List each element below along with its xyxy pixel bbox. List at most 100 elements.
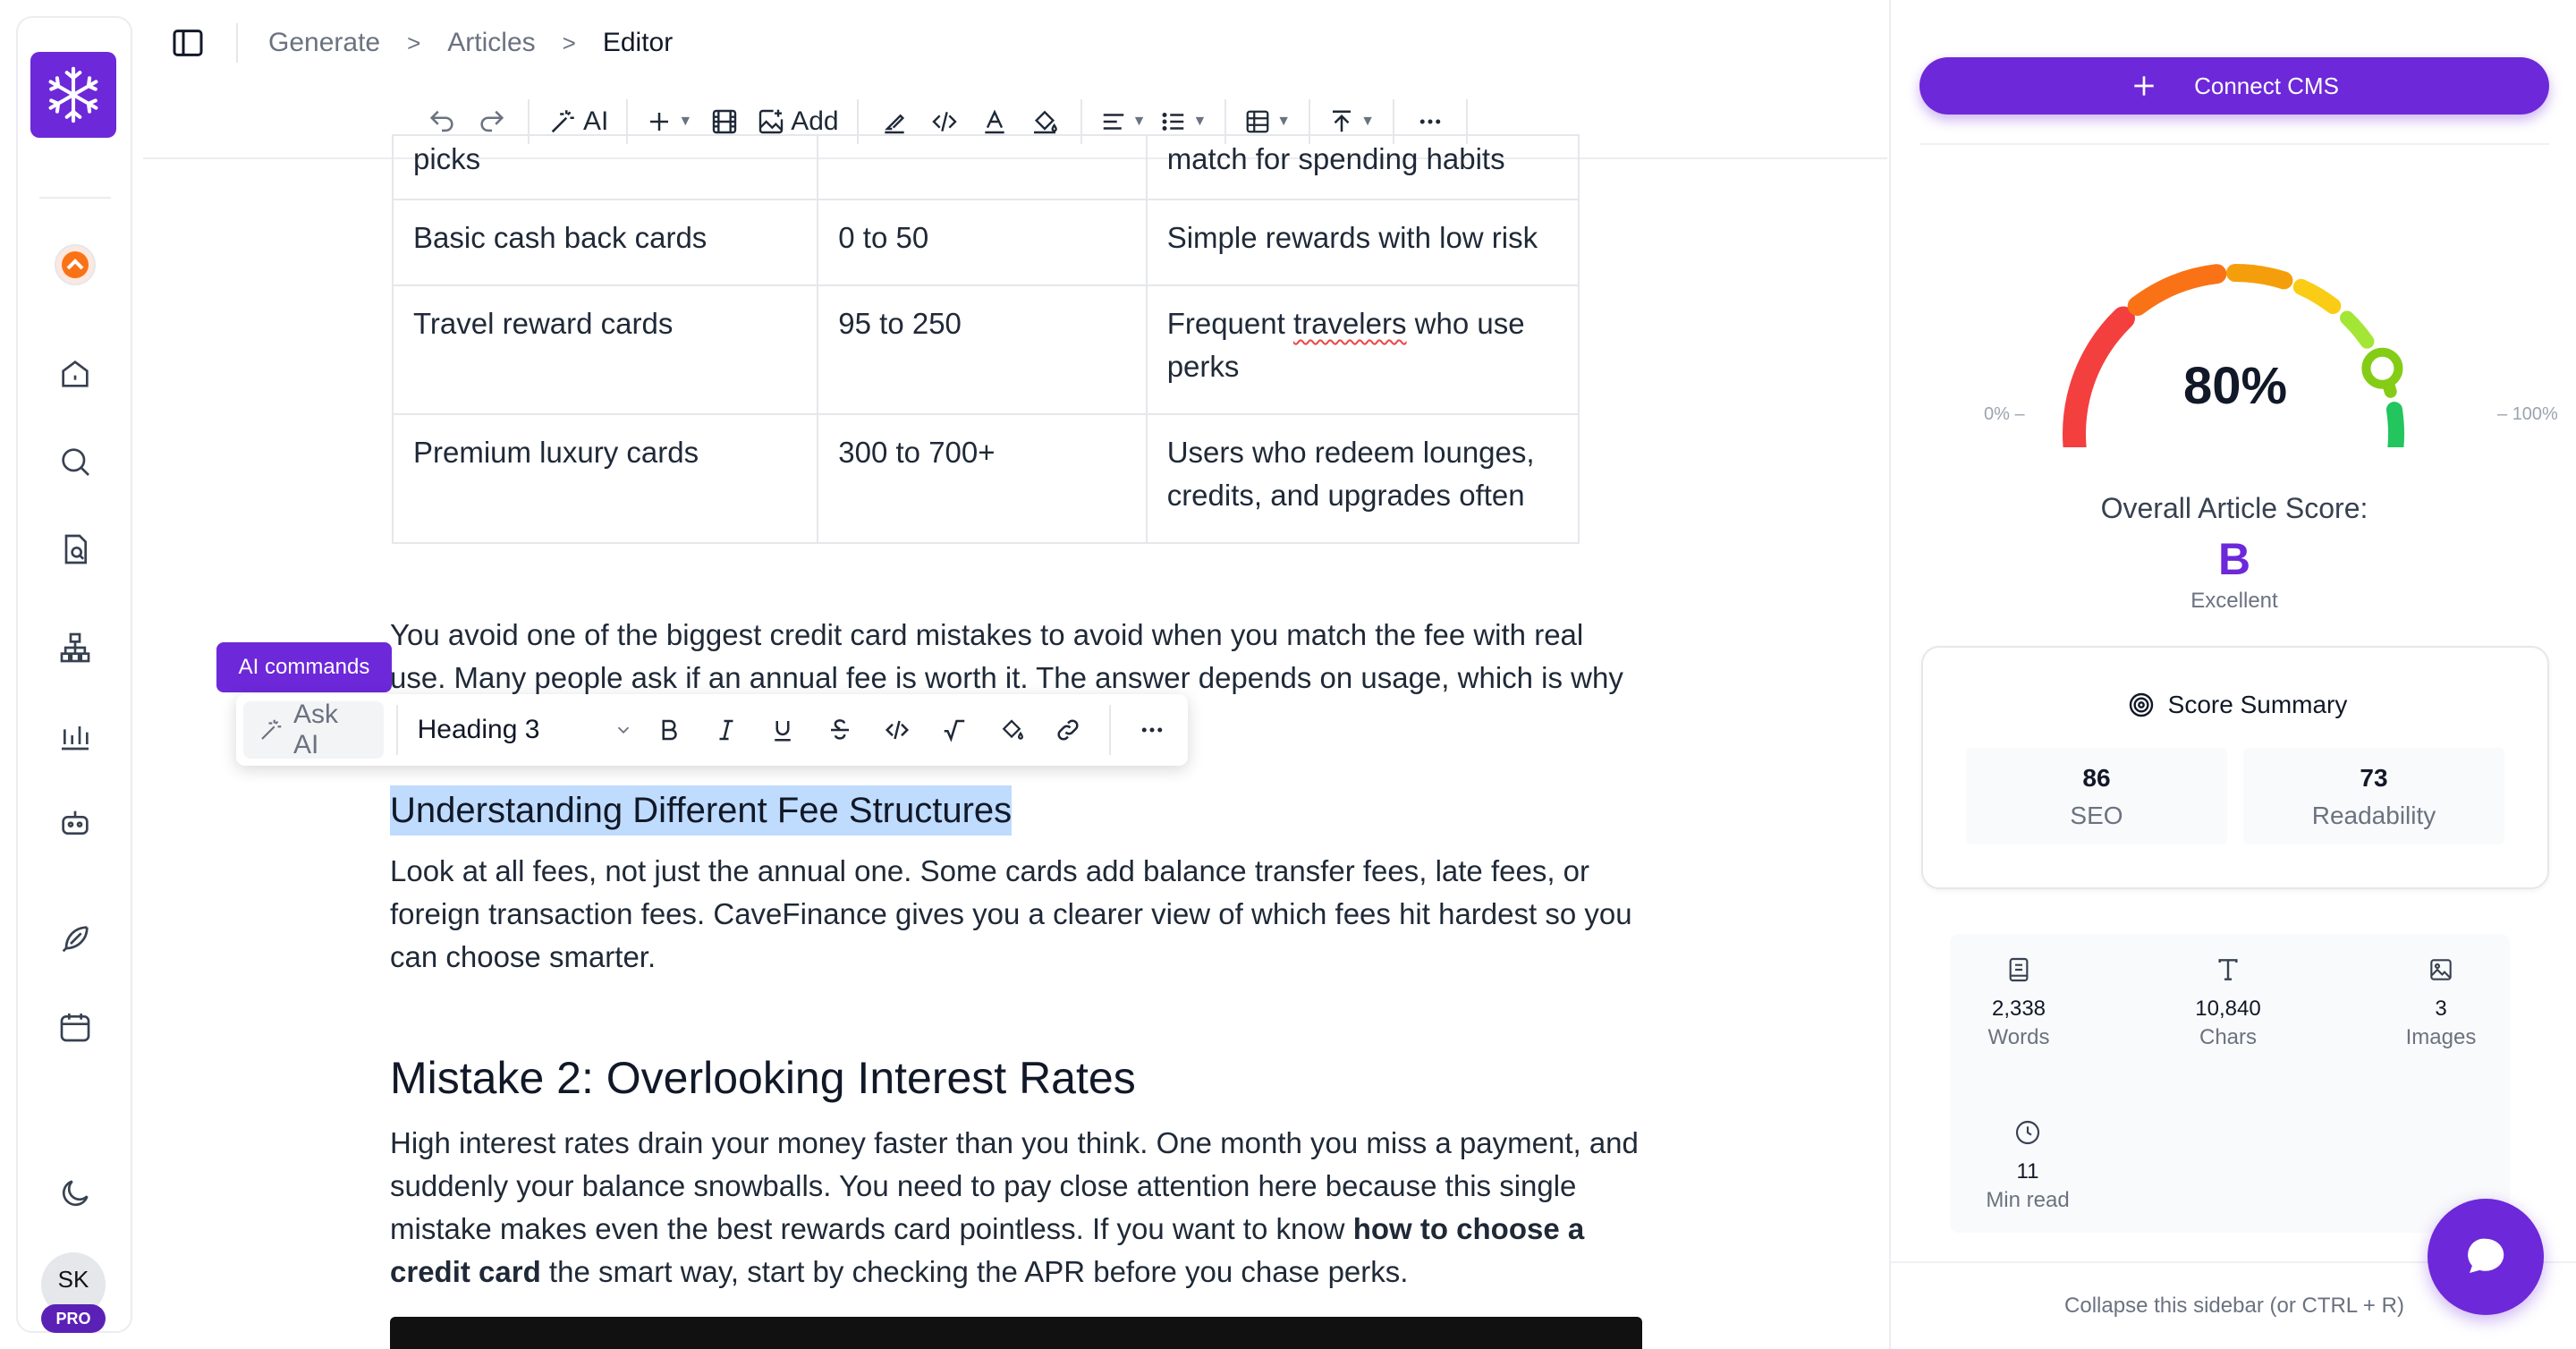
readability-value: 73 xyxy=(2360,764,2388,792)
add-button-label: Add xyxy=(791,106,839,136)
chevron-down-icon: ▼ xyxy=(1276,114,1292,129)
overall-grade: B xyxy=(2217,534,2251,584)
score-summary-title: Score Summary xyxy=(1923,691,2551,719)
floating-format-bar: Ask AI Heading 3 xyxy=(236,694,1188,766)
chevron-down-icon xyxy=(614,720,633,740)
summary-title-text: Score Summary xyxy=(2167,691,2348,718)
paragraph[interactable]: Look at all fees, not just the annual on… xyxy=(390,850,1642,979)
spellcheck-word[interactable]: travelers xyxy=(1293,307,1407,340)
seo-value: 86 xyxy=(2082,764,2111,792)
heading-select[interactable]: Heading 3 xyxy=(411,715,640,745)
sitemap-icon[interactable] xyxy=(54,626,97,669)
ai-commands-tooltip: AI commands xyxy=(216,642,392,692)
gauge-min-label: 0% – xyxy=(1984,404,2025,424)
table-row: Basic cash back cards 0 to 50 Simple rew… xyxy=(391,199,1580,286)
chars-label: Chars xyxy=(2199,1025,2258,1049)
score-summary-card: Score Summary 86 SEO 73 Readability xyxy=(1921,646,2549,889)
words-label: Words xyxy=(1987,1025,2050,1049)
table-cell[interactable]: match for spending habits xyxy=(1145,134,1580,200)
italic-icon[interactable] xyxy=(698,701,755,759)
analytics-icon[interactable] xyxy=(54,714,97,757)
heading-2[interactable]: Mistake 2: Overlooking Interest Rates xyxy=(390,1048,1136,1107)
score-sidebar: Connect CMS 80% 0% – – 100% Overall Arti… xyxy=(1889,0,2576,1349)
ask-ai-label: Ask AI xyxy=(293,700,339,759)
readability-score: 73 Readability xyxy=(2243,748,2504,844)
fee-table: picks match for spending habits Basic ca… xyxy=(391,134,1580,544)
table-row: Travel reward cards 95 to 250 Frequent t… xyxy=(391,284,1580,415)
image-add-icon xyxy=(757,107,785,136)
link-icon[interactable] xyxy=(1039,701,1097,759)
workspace-icon[interactable] xyxy=(54,243,97,286)
math-root-icon[interactable] xyxy=(926,701,983,759)
chars-value: 10,840 xyxy=(2195,997,2261,1021)
stat-min-read: 11 Min read xyxy=(1961,1118,2095,1213)
heading-select-value: Heading 3 xyxy=(417,715,540,744)
table-cell[interactable]: Travel reward cards xyxy=(391,284,819,415)
search-icon[interactable] xyxy=(54,440,97,483)
table-cell[interactable]: picks xyxy=(391,134,819,200)
stat-words: 2,338 Words xyxy=(1952,955,2086,1050)
magic-wand-icon xyxy=(258,717,284,743)
home-icon[interactable] xyxy=(54,352,97,395)
breadcrumb-editor: Editor xyxy=(602,28,674,57)
minread-value: 11 xyxy=(2016,1159,2039,1184)
breadcrumb-articles[interactable]: Articles xyxy=(447,28,535,58)
words-value: 2,338 xyxy=(1991,997,2046,1021)
fill-color-icon[interactable] xyxy=(983,701,1040,759)
paragraph[interactable]: You avoid one of the biggest credit card… xyxy=(390,614,1642,700)
underline-icon[interactable] xyxy=(754,701,811,759)
document-search-icon[interactable] xyxy=(54,528,97,571)
breadcrumb-separator: > xyxy=(562,29,576,56)
header-bar: Generate > Articles > Editor xyxy=(170,21,673,64)
calendar-icon[interactable] xyxy=(54,1005,97,1048)
article-image[interactable] xyxy=(390,1317,1642,1349)
seo-score: 86 SEO xyxy=(1966,748,2227,844)
gauge-segment xyxy=(2226,264,2293,290)
table-cell[interactable]: Premium luxury cards xyxy=(391,413,819,544)
table-cell[interactable]: Frequent travelers who use perks xyxy=(1145,284,1580,415)
more-options-icon[interactable] xyxy=(1123,701,1181,759)
images-label: Images xyxy=(2405,1025,2477,1049)
connect-cms-label: Connect CMS xyxy=(2194,72,2339,99)
image-icon xyxy=(2374,955,2508,988)
heading-3-selected[interactable]: Understanding Different Fee Structures xyxy=(390,785,1013,836)
table-cell[interactable]: Simple rewards with low risk xyxy=(1145,199,1580,286)
breadcrumb-separator: > xyxy=(407,29,421,56)
grade-description: Excellent xyxy=(2190,589,2278,613)
gauge-segment xyxy=(2292,278,2342,315)
ask-ai-button[interactable]: Ask AI xyxy=(243,700,384,759)
table-cell[interactable]: 95 to 250 xyxy=(817,284,1148,415)
plus-icon xyxy=(2130,72,2158,100)
table-cell[interactable]: 0 to 50 xyxy=(817,199,1148,286)
chevron-down-icon: ▼ xyxy=(1360,114,1375,129)
paragraph[interactable]: High interest rates drain your money fas… xyxy=(390,1122,1642,1294)
feather-icon[interactable] xyxy=(54,918,97,961)
overall-score-label: Overall Article Score: xyxy=(2100,492,2368,524)
connect-cms-button[interactable]: Connect CMS xyxy=(1919,57,2549,115)
paragraph-text: the smart way, start by checking the APR… xyxy=(540,1255,1409,1288)
type-icon xyxy=(2161,955,2295,988)
clock-icon xyxy=(1961,1118,2095,1150)
left-rail: SK PRO xyxy=(16,16,132,1333)
snowflake-logo-icon[interactable] xyxy=(30,52,116,138)
chat-bubble-icon xyxy=(2462,1233,2510,1281)
table-cell[interactable]: Basic cash back cards xyxy=(391,199,819,286)
chat-support-button[interactable] xyxy=(2428,1199,2544,1315)
breadcrumb-generate[interactable]: Generate xyxy=(268,28,380,58)
cell-text: Frequent xyxy=(1166,307,1293,340)
table-cell[interactable] xyxy=(817,134,1148,200)
stat-images: 3 Images xyxy=(2374,955,2508,1050)
gauge-value: 80% xyxy=(2182,357,2288,415)
table-cell[interactable]: Users who redeem lounges, credits, and u… xyxy=(1145,413,1580,544)
bold-icon[interactable] xyxy=(640,701,698,759)
sidebar-toggle-icon[interactable] xyxy=(170,25,206,61)
minread-label: Min read xyxy=(1986,1188,2070,1212)
strikethrough-icon[interactable] xyxy=(811,701,869,759)
robot-icon[interactable] xyxy=(54,802,97,844)
table-cell[interactable]: 300 to 700+ xyxy=(817,413,1148,544)
book-icon xyxy=(1952,955,2086,988)
format-divider xyxy=(395,705,398,755)
code-icon[interactable] xyxy=(869,701,926,759)
dark-mode-moon-icon[interactable] xyxy=(54,1172,97,1215)
gauge-min-value: 0% xyxy=(1984,404,2010,424)
